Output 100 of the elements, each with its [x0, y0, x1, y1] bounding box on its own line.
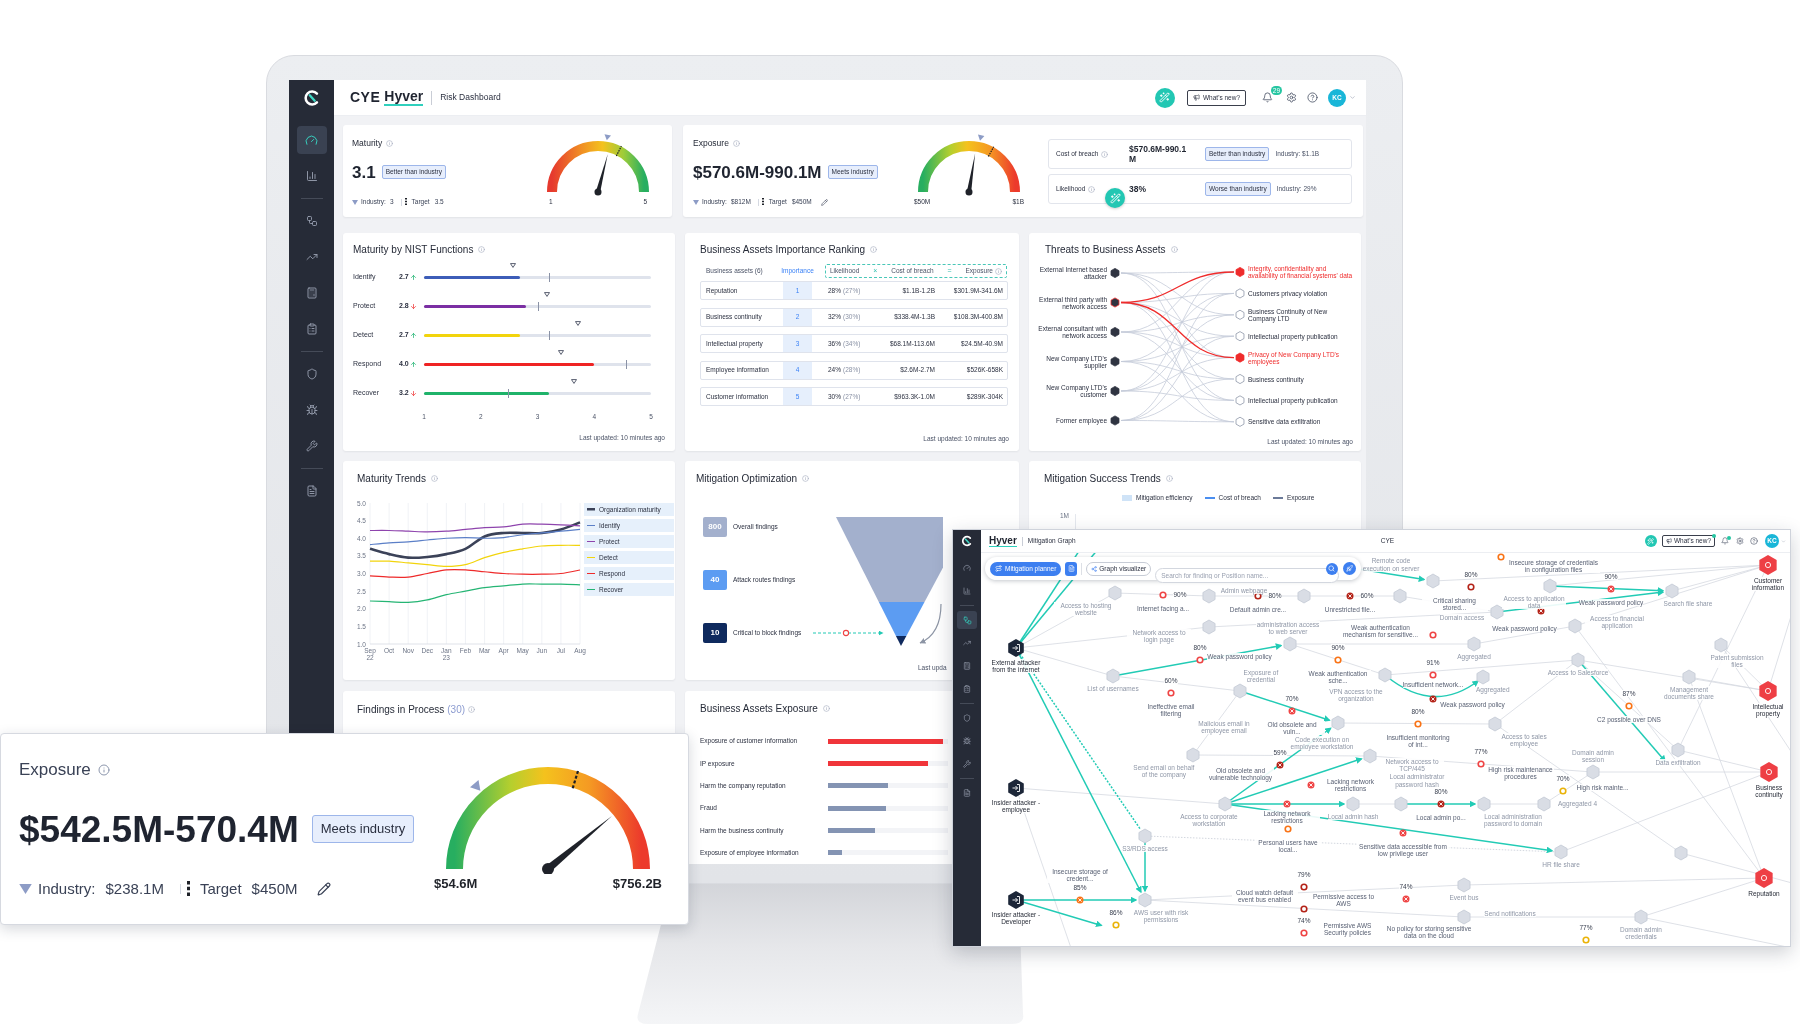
settings-button[interactable] — [1286, 92, 1297, 103]
logo-icon — [961, 535, 973, 547]
info-icon — [97, 764, 110, 776]
wrench-icon — [963, 760, 971, 768]
metric-value: $570.6M-990.1M — [1129, 144, 1187, 164]
count-badge: 10 — [703, 623, 727, 643]
trend-icon — [963, 639, 971, 647]
notification-dot-icon — [1727, 536, 1731, 540]
edit-icon[interactable] — [820, 198, 828, 206]
workflow-icon — [962, 615, 972, 625]
card-title: Exposure — [693, 136, 729, 150]
brand-name: Hyver — [384, 89, 424, 106]
dashed-arrow — [812, 629, 884, 637]
magic-wand-button[interactable] — [1105, 188, 1125, 208]
page-title: Risk Dashboard — [440, 91, 501, 104]
kpi-value: 3.1 — [352, 163, 376, 181]
target-label: Target — [199, 878, 242, 899]
trend-icon — [305, 251, 318, 263]
workflow-icon — [305, 215, 318, 227]
metric-value: 38% — [1129, 184, 1147, 194]
kpi-value: $542.5M-570.4M — [19, 810, 299, 848]
gauge-icon — [963, 564, 971, 572]
count-badge: 40 — [703, 570, 727, 590]
settings-icon — [1736, 537, 1744, 545]
card-title: Business Assets Exposure — [700, 701, 818, 716]
industry-label: Industry: — [38, 878, 96, 899]
bell-icon — [1261, 92, 1273, 103]
card-title: Findings in Process — [357, 702, 445, 717]
bug-icon — [305, 404, 318, 416]
card-title: Business Assets Importance Ranking — [700, 242, 866, 257]
count-badge: 800 — [703, 517, 727, 537]
brand-prefix: CYE — [350, 88, 381, 107]
wand-icon — [1109, 192, 1121, 204]
info-icon — [1088, 185, 1096, 193]
wrench-icon — [305, 440, 318, 452]
info-icon — [430, 474, 438, 482]
bar-chart-icon — [963, 587, 971, 595]
settings-button[interactable] — [1736, 537, 1744, 545]
route-icon — [995, 565, 1002, 572]
card-title: Mitigation Success Trends — [1044, 471, 1161, 486]
document-icon — [963, 789, 971, 797]
logo-icon — [302, 89, 321, 107]
gauge-max-label: $756.2B — [612, 875, 662, 893]
curved-arrow — [919, 603, 942, 644]
card-title: Mitigation Optimization — [696, 471, 798, 486]
card-title: Maturity — [352, 136, 383, 150]
help-icon — [1750, 537, 1758, 545]
wand-icon — [1159, 92, 1171, 103]
card-title: Exposure — [19, 759, 91, 782]
help-button[interactable] — [1307, 92, 1318, 103]
clipboard-icon — [963, 685, 971, 693]
shield-icon — [963, 714, 971, 722]
kpi-value: $570.6M-990.1M — [693, 163, 822, 181]
nav-item[interactable] — [957, 611, 977, 629]
document-icon — [305, 485, 318, 497]
edit-icon[interactable] — [317, 882, 332, 896]
magic-wand-button[interactable] — [1645, 535, 1657, 547]
magic-wand-button[interactable] — [1155, 87, 1175, 108]
info-icon — [802, 474, 810, 482]
info-icon — [870, 245, 878, 253]
card-title: Maturity by NIST Functions — [353, 242, 474, 257]
help-icon — [1307, 92, 1318, 103]
info-icon — [732, 139, 740, 147]
calculator-icon — [963, 662, 971, 670]
triangle-icon — [352, 199, 358, 205]
notification-dot-icon — [1712, 534, 1716, 538]
triangle-icon — [693, 199, 699, 205]
gauge-icon — [305, 133, 318, 147]
bar-chart-icon — [305, 170, 318, 182]
megaphone-icon — [1193, 94, 1200, 101]
gauge-min-label: $54.6M — [434, 875, 478, 893]
info-icon — [1170, 245, 1178, 253]
card-title: Threats to Business Assets — [1045, 242, 1166, 257]
triangle-icon — [19, 884, 32, 894]
shield-icon — [305, 368, 318, 380]
info-icon — [994, 267, 1002, 275]
wand-icon — [1647, 537, 1655, 545]
bell-icon — [1721, 537, 1729, 545]
info-icon — [468, 705, 476, 713]
target-value: $450M — [251, 878, 298, 899]
card-title: Maturity Trends — [357, 471, 426, 486]
info-icon — [1165, 474, 1173, 482]
info-icon — [386, 139, 394, 147]
dashed-line-icon — [761, 198, 764, 206]
settings-icon — [1286, 92, 1297, 103]
chevron-down-icon[interactable] — [1349, 94, 1356, 101]
brand-name: Hyver — [989, 535, 1017, 547]
info-icon — [1101, 150, 1109, 158]
info-icon — [478, 245, 486, 253]
clipboard-icon — [305, 323, 318, 335]
megaphone-icon — [1666, 538, 1672, 544]
status-badge: Meets industry — [311, 815, 415, 843]
notifications-button[interactable] — [1721, 537, 1729, 545]
bug-icon — [963, 737, 971, 745]
dashed-line-icon — [186, 880, 190, 898]
nav-item[interactable] — [296, 126, 327, 154]
info-icon — [822, 704, 830, 712]
dashed-line-icon — [404, 198, 407, 206]
calculator-icon — [305, 287, 318, 299]
help-button[interactable] — [1750, 537, 1758, 545]
